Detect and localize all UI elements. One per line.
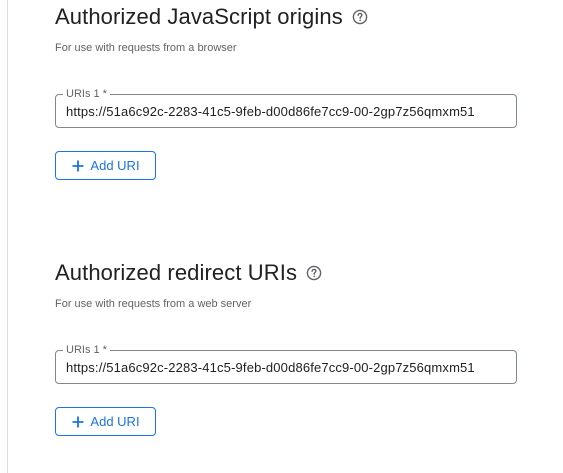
redirect-uris-subtitle: For use with requests from a web server: [55, 298, 252, 310]
redirect-uris-add-uri-button[interactable]: Add URI: [55, 407, 156, 436]
js-origins-header: Authorized JavaScript origins: [55, 3, 368, 31]
redirect-uri-label: URIs 1 *: [63, 343, 110, 357]
redirect-uris-header: Authorized redirect URIs: [55, 259, 322, 287]
js-origin-uri-label: URIs 1 *: [63, 87, 110, 101]
redirect-uris-title: Authorized redirect URIs: [55, 260, 298, 285]
js-origins-add-uri-button[interactable]: Add URI: [55, 151, 156, 180]
redirect-uri-input[interactable]: [66, 358, 510, 376]
redirect-uri-field[interactable]: URIs 1 *: [55, 343, 517, 384]
add-uri-label: Add URI: [90, 413, 140, 429]
help-circle-icon[interactable]: [352, 9, 368, 25]
add-uri-label: Add URI: [90, 157, 140, 173]
js-origin-uri-input[interactable]: [66, 102, 510, 120]
plus-icon: [71, 415, 85, 429]
js-origins-title: Authorized JavaScript origins: [55, 4, 343, 29]
help-circle-icon[interactable]: [306, 265, 322, 281]
js-origin-uri-field[interactable]: URIs 1 *: [55, 87, 517, 128]
js-origins-subtitle: For use with requests from a browser: [55, 42, 237, 54]
oauth-client-form: Authorized JavaScript origins For use wi…: [0, 0, 563, 473]
plus-icon: [71, 159, 85, 173]
left-divider: [7, 0, 8, 473]
